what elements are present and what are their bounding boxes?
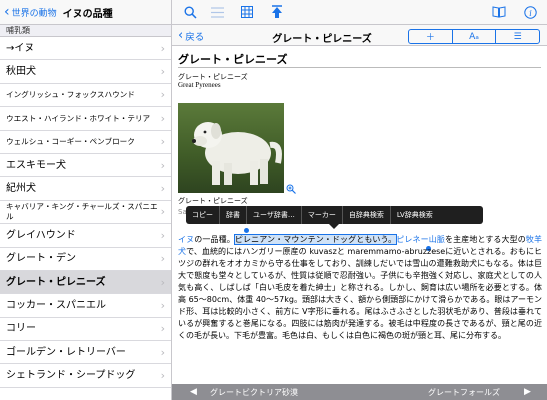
sub-nav-bar: ‹ 戻る グレート・ピレニーズ ＋ Aₐ ☰	[172, 24, 547, 46]
book-icon[interactable]	[491, 4, 507, 20]
zoom-icon[interactable]	[286, 184, 296, 197]
chevron-left-icon: ‹	[4, 4, 10, 20]
link-inu[interactable]: イヌ	[178, 235, 194, 244]
body-text: を主産地とする大型の	[444, 235, 526, 244]
list-item-label: グレート・デン	[6, 253, 76, 265]
chevron-right-icon: ›	[160, 88, 165, 102]
selected-text[interactable]: ピレニアン・マウンテン・ドッグともいう。	[233, 234, 398, 245]
breed-list: →イヌ › 秋田犬 › イングリッシュ・フォックスハウンド › ウエスト・ハイランド・ホワイ…	[0, 37, 171, 388]
context-menu-pointer	[329, 224, 339, 229]
list-title: イヌの品種	[62, 8, 113, 20]
table-icon[interactable]	[239, 4, 255, 20]
list-item-label: 紀州犬	[6, 183, 36, 195]
view-segmented-control: ＋ Aₐ ☰	[408, 29, 540, 44]
top-toolbar: i	[172, 0, 547, 24]
self-dictionary-search-menu-item[interactable]: 自辞典検索	[343, 206, 391, 224]
lv-dictionary-search-menu-item[interactable]: LV辞典検索	[391, 206, 439, 224]
chevron-right-icon: ›	[160, 369, 165, 383]
back-to-category-button[interactable]: ‹ 世界の動物	[4, 5, 57, 19]
list-item-label: ゴールデン・レトリーバー	[6, 346, 126, 358]
chevron-right-icon: ›	[160, 158, 165, 172]
chevron-right-icon: ›	[160, 205, 165, 219]
list-icon[interactable]	[209, 4, 225, 20]
list-item[interactable]: グレート・ピレニーズ ›	[0, 270, 171, 295]
chevron-right-icon: ›	[160, 252, 165, 266]
list-item-label: ウェルシュ・コーギー・ペンブローク	[6, 137, 135, 146]
headword-english: Great Pyrenees	[178, 81, 221, 89]
bottom-nav-bar: ◀ グレートビクトリア砂漠 グレートフォールズ ▶	[172, 384, 547, 400]
next-arrow-icon[interactable]: ▶	[524, 387, 531, 397]
list-item[interactable]: シェトランド・シープドッグ ›	[0, 364, 171, 388]
prev-entry-link[interactable]: グレートビクトリア砂漠	[210, 387, 298, 398]
divider	[178, 67, 541, 68]
list-item[interactable]: →イヌ ›	[0, 37, 171, 61]
back-label: 世界の動物	[11, 8, 57, 19]
prev-arrow-icon[interactable]: ◀	[190, 387, 197, 397]
list-item-label: コリー	[6, 323, 36, 335]
user-dictionary-menu-item[interactable]: ユーザ辞書…	[247, 206, 302, 224]
chevron-right-icon: ›	[160, 228, 165, 242]
list-item[interactable]: グレイハウンド ›	[0, 224, 171, 248]
body-text: で、血統的にはハンガリー原産の kuvaszと maremmamo-abruzz…	[178, 247, 543, 340]
headword: グレート・ピレニーズ	[178, 53, 288, 66]
list-item-label: グレイハウンド	[6, 229, 76, 241]
list-item[interactable]: 紀州犬 ›	[0, 177, 171, 201]
list-item[interactable]: コッカー・スパニエル ›	[0, 294, 171, 318]
list-item-label: イングリッシュ・フォックスハウンド	[6, 90, 135, 100]
copy-menu-item[interactable]: コピー	[186, 206, 220, 224]
list-item[interactable]: 秋田犬 ›	[0, 60, 171, 84]
next-entry-link[interactable]: グレートフォールズ	[428, 387, 500, 398]
left-nav-bar: ‹ 世界の動物 イヌの品種	[0, 0, 171, 25]
chevron-right-icon: ›	[160, 111, 165, 125]
list-item[interactable]: キャバリア・キング・チャールズ・スパニエル ›	[0, 201, 171, 225]
selection-start-handle[interactable]	[244, 228, 249, 233]
info-icon[interactable]: i	[522, 4, 538, 20]
chevron-right-icon: ›	[160, 275, 165, 289]
chevron-right-icon: ›	[160, 65, 165, 79]
list-item[interactable]: グレート・デン ›	[0, 248, 171, 271]
list-item[interactable]: ゴールデン・レトリーバー ›	[0, 341, 171, 365]
chevron-right-icon: ›	[160, 322, 165, 336]
section-header: 哺乳類	[0, 25, 171, 37]
font-size-button[interactable]: Aₐ	[453, 30, 497, 43]
article-body: イヌの一品種。ピレニアン・マウンテン・ドッグともいう。ピレネー山脈を主産地とする…	[178, 234, 542, 342]
list-item-label: コッカー・スパニエル	[6, 299, 106, 311]
search-icon[interactable]	[182, 4, 198, 20]
chevron-right-icon: ›	[160, 41, 165, 55]
list-item[interactable]: エスキモー犬 ›	[0, 154, 171, 178]
list-item-label: キャバリア・キング・チャールズ・スパニエル	[6, 202, 158, 221]
body-text: の一品種。	[194, 235, 235, 244]
link-pyrenees[interactable]: ピレネー山脈	[396, 235, 445, 244]
list-item-label: →イヌ	[6, 42, 35, 54]
list-item-label: グレート・ピレニーズ	[6, 276, 106, 288]
chevron-right-icon: ›	[160, 298, 165, 312]
photo-caption: グレート・ピレニーズ	[178, 197, 248, 205]
left-pane: ‹ 世界の動物 イヌの品種 哺乳類 →イヌ › 秋田犬 › イングリッシュ・フォックスハ…	[0, 0, 172, 400]
dog-photo[interactable]	[178, 103, 284, 193]
list-item-label: ウエスト・ハイランド・ホワイト・テリア	[6, 113, 151, 123]
chevron-right-icon: ›	[160, 345, 165, 359]
svg-text:i: i	[529, 8, 532, 17]
chevron-right-icon: ›	[160, 182, 165, 196]
marker-menu-item[interactable]: マーカー	[302, 206, 343, 224]
memo-button[interactable]: ☰	[496, 30, 539, 43]
text-context-menu: コピー 辞書 ユーザ辞書… マーカー 自辞典検索 LV辞典検索	[186, 206, 483, 224]
chevron-right-icon: ›	[160, 135, 165, 149]
list-item[interactable]: ウェルシュ・コーギー・ペンブローク ›	[0, 131, 171, 154]
list-item-label: エスキモー犬	[6, 159, 66, 171]
list-item-label: 秋田犬	[6, 66, 36, 78]
list-item[interactable]: コリー ›	[0, 318, 171, 342]
list-item[interactable]: イングリッシュ・フォックスハウンド ›	[0, 84, 171, 108]
add-bookmark-button[interactable]: ＋	[409, 30, 453, 43]
list-item-label: シェトランド・シープドッグ	[6, 370, 136, 382]
list-item[interactable]: ウエスト・ハイランド・ホワイト・テリア ›	[0, 107, 171, 131]
detail-pane: i ‹ 戻る グレート・ピレニーズ ＋ Aₐ ☰ グレート・ピレニーズ グレート…	[172, 0, 547, 400]
dictionary-menu-item[interactable]: 辞書	[220, 206, 247, 224]
pin-icon[interactable]	[269, 4, 285, 20]
